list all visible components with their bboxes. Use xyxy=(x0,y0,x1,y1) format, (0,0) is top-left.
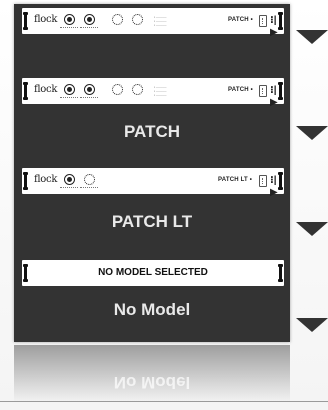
stage: flock ▪ ───── ▪ ───── ▪ ───── PATCH • ⁝|▶ … xyxy=(0,0,328,410)
rack-unit: flock ▪ ───── ▪ ───── ▪ ───── PATCH • ⁝|▶ xyxy=(22,8,284,38)
model-label: PATCH LT • xyxy=(218,177,253,183)
reflection-caption: No Model xyxy=(113,373,191,392)
brand-logo: flock xyxy=(34,84,58,95)
model-list-panel: flock ▪ ───── ▪ ───── ▪ ───── PATCH • ⁝|▶ … xyxy=(14,4,290,342)
rack-unit: flock PATCH LT • ⁝|▶ xyxy=(22,168,284,198)
rack-unit: NO MODEL SELECTED xyxy=(22,260,284,286)
knob-icon xyxy=(132,84,143,95)
rack-unit: flock ▪ ───── ▪ ───── ▪ ───── PATCH • ⁝|▶ xyxy=(22,78,284,108)
reflection: No Model xyxy=(14,345,290,403)
spec-text: ▪ ───── ▪ ───── ▪ ───── xyxy=(154,85,167,97)
knob-icon xyxy=(64,84,75,95)
model-caption: No Model xyxy=(113,300,191,319)
knob-icon xyxy=(64,174,75,185)
model-caption: PATCH LT xyxy=(111,212,193,231)
knob-icon xyxy=(84,174,95,185)
knob-scale xyxy=(80,187,98,189)
chevron-down-icon[interactable] xyxy=(296,222,328,236)
model-label: PATCH • xyxy=(228,87,253,93)
knob-icon xyxy=(112,14,123,25)
knob-scale xyxy=(80,97,98,99)
chevron-down-icon[interactable] xyxy=(296,318,328,332)
rack-ear-left xyxy=(23,172,28,190)
chevron-down-icon[interactable] xyxy=(296,30,328,44)
model-item-patch[interactable]: flock ▪ ───── ▪ ───── ▪ ───── PATCH • ⁝|▶ … xyxy=(14,56,290,160)
model-item-no-model[interactable]: NO MODEL SELECTED No Model xyxy=(14,254,290,342)
rack-ear-left xyxy=(23,12,28,30)
model-caption: PATCH xyxy=(123,122,181,141)
model-label: PATCH • xyxy=(228,17,253,23)
knob-icon xyxy=(84,14,95,25)
connector-icon: ⁝|▶ xyxy=(270,15,278,38)
selector-switch-icon xyxy=(259,175,267,187)
knob-scale xyxy=(80,27,98,29)
chevron-down-icon[interactable] xyxy=(296,126,328,140)
knob-icon xyxy=(64,14,75,25)
knob-icon xyxy=(84,84,95,95)
selector-switch-icon xyxy=(259,85,267,97)
knob-scale xyxy=(60,97,78,99)
knob-scale xyxy=(60,27,78,29)
rack-ear-left xyxy=(23,82,28,100)
knob-scale xyxy=(60,187,78,189)
knob-icon xyxy=(112,84,123,95)
spec-text: ▪ ───── ▪ ───── ▪ ───── xyxy=(154,15,167,27)
brand-logo: flock xyxy=(34,14,58,25)
no-model-label: NO MODEL SELECTED xyxy=(98,267,208,278)
knob-icon xyxy=(132,14,143,25)
model-item-patch-a[interactable]: flock ▪ ───── ▪ ───── ▪ ───── PATCH • ⁝|▶ xyxy=(14,4,290,52)
model-item-patch-lt[interactable]: flock PATCH LT • ⁝|▶ PATCH LT xyxy=(14,164,290,252)
divider xyxy=(0,401,328,402)
connector-icon: ⁝|▶ xyxy=(270,85,278,108)
selector-switch-icon xyxy=(259,15,267,27)
connector-icon: ⁝|▶ xyxy=(270,175,278,198)
brand-logo: flock xyxy=(34,174,58,185)
